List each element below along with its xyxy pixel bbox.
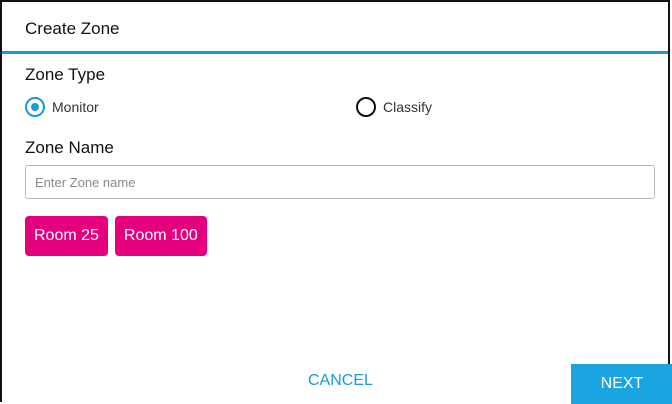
cancel-button[interactable]: CANCEL: [308, 372, 373, 390]
radio-selected-icon: [25, 97, 45, 117]
dialog-header: Create Zone: [2, 2, 668, 54]
room-chip-label: Room 25: [34, 227, 99, 244]
dialog-title: Create Zone: [25, 19, 120, 38]
radio-monitor-label: Monitor: [52, 99, 99, 115]
room-chips: Room 25 Room 100: [25, 216, 207, 256]
room-chip-room-25[interactable]: Room 25: [25, 216, 108, 256]
zone-type-label: Zone Type: [25, 65, 106, 84]
zone-name-input[interactable]: [25, 165, 655, 199]
create-zone-dialog: Create Zone Zone Type Monitor Classify Z…: [0, 0, 672, 404]
zone-name-label: Zone Name: [25, 138, 114, 157]
room-chip-label: Room 100: [123, 227, 198, 244]
radio-classify-label: Classify: [383, 99, 433, 115]
room-chip-room-100[interactable]: Room 100: [114, 216, 207, 256]
next-button[interactable]: NEXT: [571, 364, 672, 404]
radio-classify[interactable]: Classify: [356, 94, 432, 120]
radio-unselected-icon: [356, 97, 376, 117]
radio-monitor[interactable]: Monitor: [25, 94, 99, 120]
